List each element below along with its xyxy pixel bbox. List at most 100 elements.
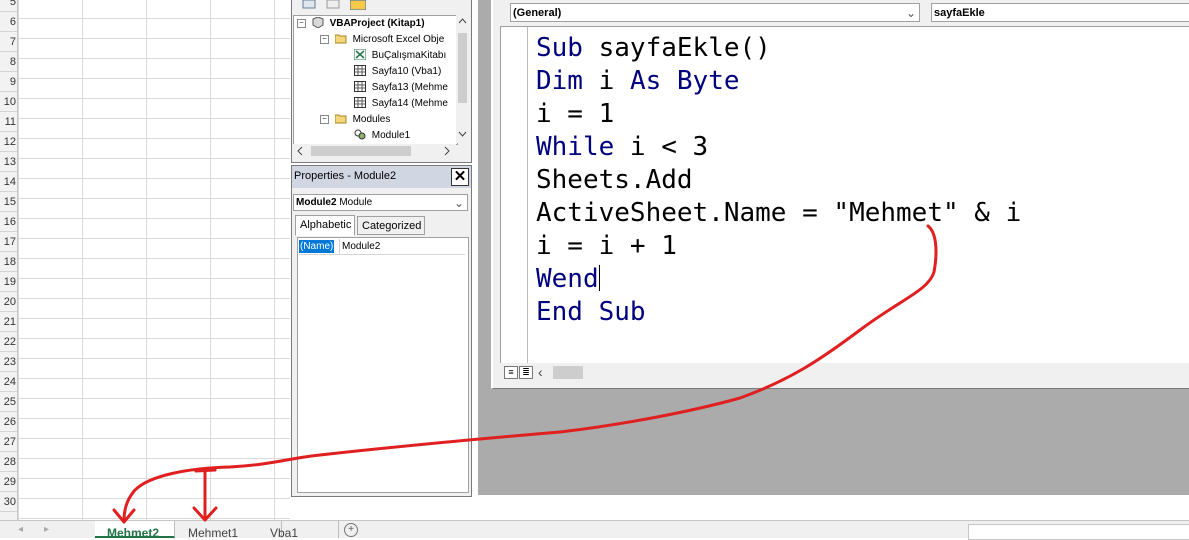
tab-alphabetic[interactable]: Alphabetic	[295, 215, 355, 236]
code-line[interactable]: Wend	[536, 263, 1021, 296]
row-header[interactable]: 21	[0, 312, 17, 332]
row-header[interactable]: 14	[0, 172, 17, 192]
module-icon	[354, 129, 366, 140]
row-header[interactable]: 22	[0, 332, 17, 352]
tree-horizontal-scrollbar[interactable]	[293, 144, 456, 158]
project-tree[interactable]: − VBAProject (Kitap1) − Microsoft Excel …	[293, 15, 458, 145]
row-header[interactable]: 20	[0, 292, 17, 312]
chevron-down-icon[interactable]: ⌄	[454, 195, 464, 211]
project-explorer: − VBAProject (Kitap1) − Microsoft Excel …	[291, 0, 472, 163]
code-line[interactable]: End Sub	[536, 296, 1021, 329]
tree-item-sheet[interactable]: Sayfa14 (Mehme	[354, 96, 448, 112]
tree-item-sheet[interactable]: Sayfa13 (Mehme	[354, 80, 448, 96]
scroll-thumb[interactable]	[553, 366, 583, 379]
code-window: (General) ⌄ sayfaEkle Sub sayfaEkle() Di…	[491, 0, 1189, 389]
row-header[interactable]: 12	[0, 132, 17, 152]
property-name: (Name)	[299, 240, 335, 253]
row-header[interactable]: 27	[0, 432, 17, 452]
row-header[interactable]: 15	[0, 192, 17, 212]
worksheet-icon	[354, 97, 366, 108]
code-line[interactable]: Sub sayfaEkle()	[536, 32, 1021, 65]
tab-categorized[interactable]: Categorized	[357, 216, 425, 235]
margin-indicator-bar[interactable]	[501, 27, 528, 363]
object-selector-dropdown[interactable]: Module2 Module ⌄	[293, 194, 468, 211]
object-dropdown-value: (General)	[513, 7, 562, 19]
row-header[interactable]: 26	[0, 412, 17, 432]
sheet-horizontal-scrollbar[interactable]	[968, 524, 1189, 540]
chevron-down-icon[interactable]: ⌄	[906, 4, 916, 22]
property-value[interactable]: Module2	[339, 239, 380, 254]
row-header[interactable]: 23	[0, 352, 17, 372]
view-object-icon[interactable]	[326, 0, 342, 10]
modules-label: Modules	[352, 114, 391, 125]
properties-title: Properties - Module2	[294, 170, 397, 182]
row-header[interactable]: 6	[0, 12, 17, 32]
row-header[interactable]: 11	[0, 112, 17, 132]
code-editor[interactable]: Sub sayfaEkle() Dim i As Byte i = 1 Whil…	[500, 26, 1189, 363]
row-header[interactable]: 16	[0, 212, 17, 232]
worksheet-grid[interactable]	[18, 0, 290, 520]
toggle-folders-icon[interactable]	[349, 0, 367, 11]
row-header[interactable]: 17	[0, 232, 17, 252]
folder-open-icon	[334, 33, 347, 44]
row-header[interactable]: 25	[0, 392, 17, 412]
collapse-icon[interactable]: −	[320, 35, 329, 44]
properties-title-bar: Properties - Module2	[292, 166, 471, 188]
collapse-icon[interactable]: −	[297, 19, 306, 28]
tree-item-label: BuÇalışmaKitabı	[371, 50, 447, 61]
code-line[interactable]: Sheets.Add	[536, 164, 1021, 197]
next-sheet-icon[interactable]: ▸	[44, 524, 49, 535]
add-sheet-icon[interactable]: +	[344, 523, 358, 537]
worksheet-icon	[354, 81, 366, 92]
properties-grid[interactable]: (Name) Module2	[297, 237, 469, 493]
row-header[interactable]: 7	[0, 32, 17, 52]
code-line[interactable]: While i < 3	[536, 131, 1021, 164]
row-header[interactable]: 13	[0, 152, 17, 172]
row-header[interactable]: 5	[0, 0, 17, 12]
scroll-left-icon[interactable]: ‹	[538, 364, 543, 380]
tree-item-workbook[interactable]: BuÇalışmaKitabı	[353, 48, 447, 64]
row-header[interactable]: 10	[0, 92, 17, 112]
close-icon[interactable]: ✕	[451, 168, 469, 186]
previous-sheet-icon[interactable]: ◂	[18, 524, 23, 535]
procedure-view-icon[interactable]: ≡	[504, 366, 518, 379]
sheet-tab-vba1[interactable]: Vba1	[258, 521, 339, 538]
row-header[interactable]: 8	[0, 52, 17, 72]
project-root-label: VBAProject (Kitap1)	[329, 18, 425, 29]
tree-item-module[interactable]: Module1	[354, 128, 410, 144]
code-horizontal-scrollbar[interactable]: ≡ ≣ ‹	[500, 363, 1189, 382]
collapse-icon[interactable]: −	[320, 115, 329, 124]
row-header[interactable]: 24	[0, 372, 17, 392]
tree-item-sheet[interactable]: Sayfa10 (Vba1)	[354, 64, 441, 80]
row-header[interactable]: 28	[0, 452, 17, 472]
tree-vertical-scrollbar[interactable]	[456, 15, 469, 143]
row-header[interactable]: 9	[0, 72, 17, 92]
code-line[interactable]: ActiveSheet.Name = "Mehmet" & i	[536, 197, 1021, 230]
excel-objects-label: Microsoft Excel Obje	[352, 34, 445, 45]
worksheet-icon	[354, 65, 366, 76]
tree-node-excel-objects[interactable]: − Microsoft Excel Obje	[320, 32, 444, 48]
folder-open-icon	[334, 113, 347, 124]
code-line[interactable]: i = 1	[536, 98, 1021, 131]
view-code-icon[interactable]	[302, 0, 318, 10]
sheet-tab-bar: ◂ ▸ Mehmet2 Mehmet1 Vba1 +	[0, 520, 1189, 540]
project-toolbar	[292, 0, 471, 14]
sheet-tab-mehmet2[interactable]: Mehmet2	[95, 521, 175, 538]
tree-node-vbaproject[interactable]: − VBAProject (Kitap1)	[297, 16, 425, 32]
tree-node-modules[interactable]: − Modules	[320, 112, 390, 128]
full-module-view-icon[interactable]: ≣	[519, 366, 533, 379]
code-lines[interactable]: Sub sayfaEkle() Dim i As Byte i = 1 Whil…	[536, 32, 1021, 329]
tree-item-label: Module1	[371, 130, 411, 141]
code-line[interactable]: i = i + 1	[536, 230, 1021, 263]
tree-item-label: Sayfa14 (Mehme	[371, 98, 448, 109]
property-row[interactable]: (Name) Module2	[299, 239, 465, 255]
row-header[interactable]: 29	[0, 472, 17, 492]
object-dropdown[interactable]: (General) ⌄	[510, 3, 920, 22]
procedure-dropdown[interactable]: sayfaEkle	[931, 3, 1189, 22]
code-line[interactable]: Dim i As Byte	[536, 65, 1021, 98]
tree-item-label: Sayfa13 (Mehme	[371, 82, 448, 93]
row-header[interactable]: 30	[0, 492, 17, 512]
row-header[interactable]: 19	[0, 272, 17, 292]
row-header[interactable]: 18	[0, 252, 17, 272]
workbook-icon	[353, 48, 367, 61]
